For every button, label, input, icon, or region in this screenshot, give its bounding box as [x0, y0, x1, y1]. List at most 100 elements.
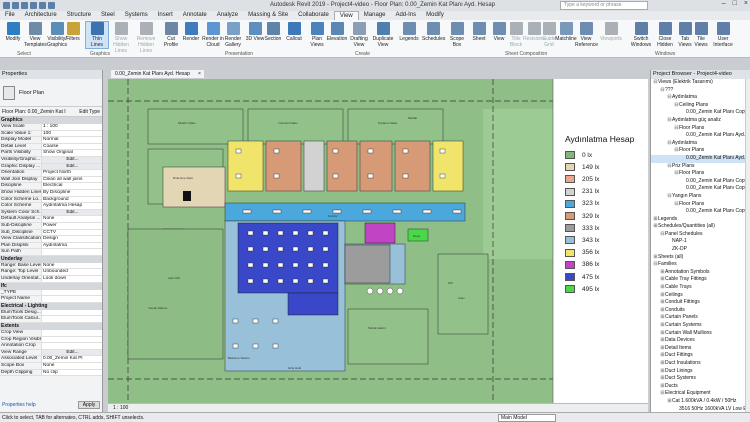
drawing-canvas[interactable]: Misafir Odası Yönetici Odası Toplantı Odas…: [108, 79, 648, 403]
tab-steel[interactable]: Steel: [96, 11, 120, 20]
browser-item[interactable]: ⊟Aydınlatma güç analiz: [651, 117, 750, 125]
property-section-header[interactable]: Ifc: [0, 282, 102, 290]
edit-type-button[interactable]: Edit Type: [79, 109, 100, 115]
browser-item[interactable]: ⊟Panel Schedules: [651, 231, 750, 239]
room-label[interactable]: Toplantı Odası: [378, 121, 398, 125]
browser-item[interactable]: ⊟Floor Plans: [651, 125, 750, 133]
legend-entry[interactable]: 205 lx: [565, 175, 599, 184]
room-label[interactable]: Yemek Salonu: [148, 306, 168, 310]
legend-entry[interactable]: 495 lx: [565, 285, 599, 294]
tab-view[interactable]: View: [333, 11, 359, 20]
property-value[interactable]: Design: [42, 236, 102, 242]
cut-profile-button[interactable]: Cut Profile: [160, 22, 182, 48]
legend-entry[interactable]: 231 lx: [565, 187, 599, 196]
room-label[interactable]: Dinlenme Alanı: [173, 176, 193, 180]
room-label[interactable]: Mutfak: [408, 116, 418, 120]
property-value[interactable]: None: [42, 216, 102, 222]
browser-item[interactable]: ⊟Floor Plans: [651, 147, 750, 155]
browser-item[interactable]: ⊟Aydınlatma: [651, 140, 750, 148]
property-value[interactable]: Aydınlatma Hesap: [42, 203, 102, 209]
tab-manage[interactable]: Manage: [359, 11, 391, 20]
property-value[interactable]: Project North: [42, 170, 102, 176]
legend-entry[interactable]: 356 lx: [565, 248, 599, 257]
property-value[interactable]: [42, 343, 102, 349]
show-hidden-lines-button[interactable]: Show Hidden Lines: [110, 22, 132, 54]
property-value[interactable]: Power: [42, 222, 102, 229]
property-value[interactable]: [42, 289, 102, 296]
property-value[interactable]: Clean all wall joins: [42, 176, 102, 183]
property-value[interactable]: [42, 249, 102, 255]
room-label[interactable]: Bekleme Salonu: [228, 356, 250, 360]
room-label[interactable]: Giriş Holü: [288, 366, 302, 370]
browser-item[interactable]: ⊞Conduit Fittings: [651, 299, 750, 307]
browser-item[interactable]: ⊞Conduits: [651, 307, 750, 315]
browser-item[interactable]: ⊟Aydınlatma: [651, 94, 750, 102]
browser-item[interactable]: ⊟Ceiling Plans: [651, 102, 750, 110]
browser-scrollbar[interactable]: [745, 79, 750, 412]
browser-item[interactable]: ⊞Cat 1.600kVA / 0.4kW / 50Hz: [651, 398, 750, 406]
tab-architecture[interactable]: Architecture: [20, 11, 62, 20]
property-section-header[interactable]: Underlay: [0, 255, 102, 263]
switch-windows-button[interactable]: Switch Windows: [630, 22, 652, 48]
browser-item[interactable]: ⊞Curtain Wall Mullions: [651, 330, 750, 338]
print-icon[interactable]: [48, 2, 55, 9]
property-value[interactable]: 100: [42, 130, 102, 137]
room-label[interactable]: Koridor: [328, 214, 338, 218]
save-icon[interactable]: [21, 2, 28, 9]
property-edit-button[interactable]: Edit...: [42, 209, 102, 216]
tab-massing-site[interactable]: Massing & Site: [243, 11, 293, 20]
property-value[interactable]: Unbounded: [42, 269, 102, 276]
property-value[interactable]: 1 : 100: [42, 124, 102, 130]
property-value[interactable]: Aydınlatma: [42, 242, 102, 249]
modify-button[interactable]: Modify: [2, 22, 24, 42]
open-icon[interactable]: [12, 2, 19, 9]
instance-selector[interactable]: Floor Plan: 0.00_Zemin Kat I Edit Type: [0, 107, 102, 117]
matchline-button[interactable]: Matchline: [555, 22, 577, 42]
browser-item[interactable]: ⊞Schedules/Quantities (all): [651, 223, 750, 231]
property-value[interactable]: None: [42, 363, 102, 369]
tile-views-button[interactable]: Tile Views: [690, 22, 712, 48]
property-value[interactable]: Show Original: [42, 150, 102, 156]
render-in-cloud-button[interactable]: Render in Cloud: [202, 22, 224, 48]
tab-add-ins[interactable]: Add-Ins: [390, 11, 421, 20]
property-value[interactable]: [42, 336, 102, 343]
browser-item[interactable]: 0.00_Zemin Kat Planı Copy 1: [651, 178, 750, 186]
browser-item[interactable]: ⊞Duct Linings: [651, 368, 750, 376]
legend-entry[interactable]: 149 lx: [565, 163, 599, 172]
user-interface-button[interactable]: User Interface: [712, 22, 734, 48]
browser-item[interactable]: 0.00_Zemin Kat Planı Copy 2: [651, 208, 750, 216]
property-value[interactable]: By Discipline: [42, 189, 102, 196]
property-value[interactable]: Normal: [42, 137, 102, 143]
browser-item[interactable]: ⊟???: [651, 87, 750, 95]
viewports-button[interactable]: Viewports: [600, 22, 622, 42]
tab-annotate[interactable]: Annotate: [178, 11, 212, 20]
property-edit-button[interactable]: Edit...: [42, 349, 102, 356]
legend-entry[interactable]: 0 lx: [565, 151, 592, 159]
legend-entry[interactable]: 343 lx: [565, 236, 599, 245]
browser-item[interactable]: ZK-DP: [651, 246, 750, 254]
property-section-header[interactable]: Electrical - Lighting: [0, 302, 102, 310]
property-value[interactable]: None: [42, 262, 102, 269]
room-label[interactable]: Yönetici Odası: [278, 121, 298, 125]
legend-entry[interactable]: 323 lx: [565, 199, 599, 208]
room-label[interactable]: Arşiv: [458, 296, 465, 300]
room-label[interactable]: WC: [448, 281, 454, 285]
property-value[interactable]: Look down: [42, 276, 102, 282]
browser-item[interactable]: 0.00_Zemin Kat Planı Ayd. Hesap: [651, 154, 750, 163]
tab-collaborate[interactable]: Collaborate: [293, 11, 334, 20]
tab-systems[interactable]: Systems: [120, 11, 153, 20]
property-value[interactable]: CCTV: [42, 229, 102, 236]
property-value[interactable]: [42, 316, 102, 323]
property-edit-button[interactable]: Edit...: [42, 163, 102, 170]
elevation-button[interactable]: Elevation: [326, 22, 348, 42]
browser-item[interactable]: ⊞Annotation Symbols: [651, 269, 750, 277]
quick-access-toolbar[interactable]: [0, 2, 55, 9]
property-value[interactable]: Electrical: [42, 183, 102, 189]
browser-item[interactable]: ⊞Ceilings: [651, 292, 750, 300]
revit-logo-icon[interactable]: [3, 2, 10, 9]
browser-item[interactable]: ⊟Yangın Plans: [651, 193, 750, 201]
room-label[interactable]: Depo: [413, 234, 421, 238]
browser-item[interactable]: ⊞Ducts: [651, 383, 750, 391]
browser-item[interactable]: ⊞Curtain Panels: [651, 314, 750, 322]
close-tab-icon[interactable]: ×: [198, 70, 201, 78]
